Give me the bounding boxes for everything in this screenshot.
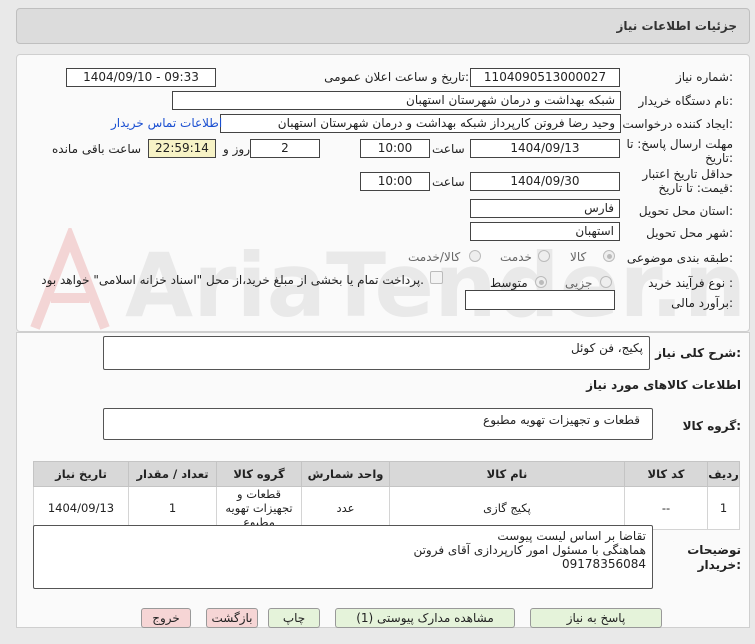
days-remaining-field: 2: [250, 139, 320, 158]
time-remaining-label: ساعت باقی مانده: [52, 142, 142, 156]
col-name: نام کالا: [389, 461, 625, 487]
validity-date-field: 1404/09/30: [470, 172, 620, 191]
page-title: جزئیات اطلاعات نیاز: [616, 19, 737, 33]
goods-group-label: گروه کالا:: [682, 419, 741, 433]
cell-code: --: [624, 486, 708, 530]
cell-date: 1404/09/13: [33, 486, 129, 530]
process-radio-medium[interactable]: [535, 276, 547, 288]
category-radio-goods[interactable]: [603, 250, 615, 262]
validity-time-label: ساعت: [432, 175, 465, 189]
cell-name: پکیج گازی: [389, 486, 625, 530]
treasury-payment-note: پرداخت تمام یا بخشی از مبلغ خرید،از محل …: [41, 273, 424, 287]
category-option-both: کالا/خدمت: [408, 250, 461, 264]
province-label: استان محل تحویل:: [638, 204, 733, 218]
print-button[interactable]: چاپ: [268, 608, 320, 628]
deadline-time-field: 10:00: [360, 139, 430, 158]
creator-field: وحید رضا فروتن کارپرداز شبکه بهداشت و در…: [220, 114, 621, 133]
category-radio-service[interactable]: [538, 250, 550, 262]
city-label: شهر محل تحویل:: [646, 226, 733, 240]
buyer-notes-label: توضیحات خریدار:: [687, 543, 741, 572]
buyer-notes-line-3: 09178356084: [562, 557, 646, 571]
cell-unit: عدد: [301, 486, 390, 530]
cell-group: قطعات و تجهیزات تهویه مطبوع: [216, 486, 302, 530]
cell-qty: 1: [128, 486, 217, 530]
deadline-time-label: ساعت: [432, 142, 465, 156]
process-label: نوع فرآیند خرید :: [648, 276, 733, 290]
items-heading: اطلاعات کالاهای مورد نیاز: [586, 378, 741, 392]
category-radio-both[interactable]: [469, 250, 481, 262]
announce-label: تاریخ و ساعت اعلان عمومی:: [324, 70, 469, 84]
announce-field: 1404/09/10 - 09:33: [66, 68, 216, 87]
process-option-medium: متوسط: [490, 276, 528, 290]
validity-time-field: 10:00: [360, 172, 430, 191]
summary-label: شرح کلی نیاز:: [655, 346, 741, 360]
process-option-minor: جزیی: [565, 276, 593, 290]
buyer-label: نام دستگاه خریدار:: [638, 94, 734, 108]
col-row: ردیف: [707, 461, 740, 487]
col-qty: تعداد / مقدار: [128, 461, 217, 487]
buyer-notes-field: تقاضا بر اساس لیست پیوست هماهنگی با مسئو…: [33, 525, 653, 589]
deadline-label: مهلت ارسال پاسخ: تا تاریخ:: [626, 137, 733, 165]
buyer-field: شبکه بهداشت و درمان شهرستان استهبان: [172, 91, 621, 110]
need-number-label: شماره نیاز:: [675, 70, 733, 84]
deadline-date-field: 1404/09/13: [470, 139, 620, 158]
col-code: کد کالا: [624, 461, 708, 487]
estimate-field: [465, 290, 615, 310]
exit-button[interactable]: خروج: [141, 608, 191, 628]
city-field: استهبان: [470, 222, 620, 241]
days-label: روز و: [223, 142, 250, 156]
need-number-field: 1104090513000027: [470, 68, 620, 87]
col-date: تاریخ نیاز: [33, 461, 129, 487]
items-table-header: ردیف کد کالا نام کالا واحد شمارش گروه کا…: [33, 461, 740, 487]
province-field: فارس: [470, 199, 620, 218]
view-attachments-button[interactable]: مشاهده مدارک پیوستی (1): [335, 608, 515, 628]
reply-button[interactable]: پاسخ به نیاز: [530, 608, 662, 628]
items-table: ردیف کد کالا نام کالا واحد شمارش گروه کا…: [33, 461, 740, 530]
validity-label: حداقل تاریخ اعتبار قیمت: تا تاریخ:: [642, 167, 733, 195]
estimate-label: برآورد مالی:: [671, 296, 733, 310]
cell-row: 1: [707, 486, 740, 530]
summary-field: پکیج، فن کوئل: [103, 336, 650, 370]
page-header: جزئیات اطلاعات نیاز: [16, 8, 750, 44]
buyer-notes-line-2: هماهنگی با مسئول امور کارپردازی آقای فرو…: [413, 543, 646, 557]
back-button[interactable]: بازگشت: [206, 608, 258, 628]
buyer-contact-link[interactable]: اطلاعات تماس خریدار: [111, 116, 222, 130]
goods-group-field: قطعات و تجهیزات تهویه مطبوع: [103, 408, 653, 440]
category-label: طبقه بندی موضوعی:: [626, 251, 733, 265]
time-remaining-field: 22:59:14: [148, 139, 216, 158]
treasury-payment-checkbox[interactable]: [430, 271, 443, 284]
process-radio-minor[interactable]: [600, 276, 612, 288]
creator-label: ایجاد کننده درخواست:: [622, 117, 733, 131]
col-unit: واحد شمارش: [301, 461, 390, 487]
buyer-notes-line-1: تقاضا بر اساس لیست پیوست: [497, 529, 646, 543]
col-group: گروه کالا: [216, 461, 302, 487]
table-row: 1 -- پکیج گازی عدد قطعات و تجهیزات تهویه…: [33, 486, 740, 530]
category-option-goods: کالا: [570, 250, 587, 264]
category-option-service: خدمت: [500, 250, 532, 264]
